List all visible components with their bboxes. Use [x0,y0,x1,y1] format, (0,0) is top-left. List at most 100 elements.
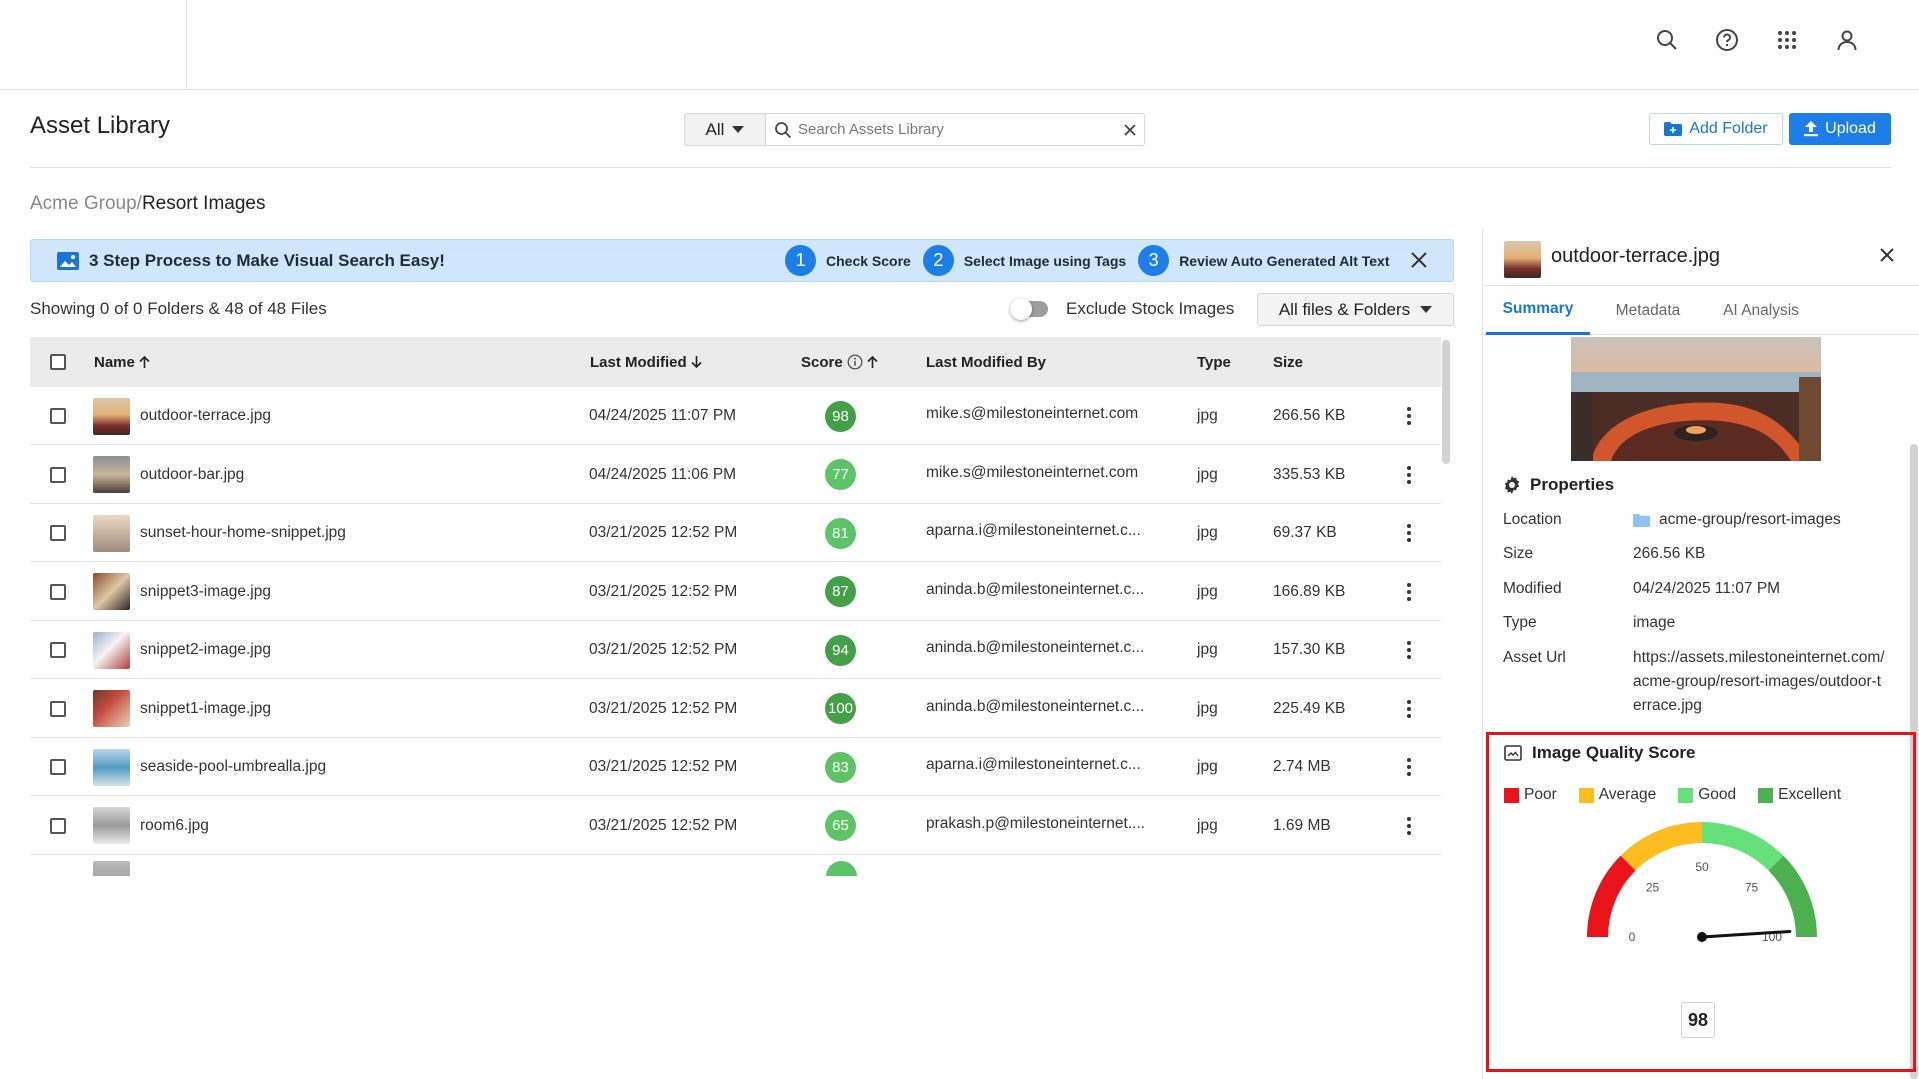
score-badge: 87 [825,576,856,607]
gauge-tick-label: 25 [1646,881,1660,895]
gauge-value: 98 [1681,1002,1715,1038]
row-checkbox[interactable] [50,797,66,855]
type-cell: jpg [1197,524,1218,541]
asset-thumbnail [93,631,130,669]
name-cell[interactable]: outdoor-terrace.jpg [93,387,271,445]
search-icon[interactable] [1655,28,1679,52]
size-label: Size [1503,545,1534,562]
type-value: image [1633,614,1676,631]
asset-thumbnail [93,861,130,876]
type-label: Type [1503,614,1537,631]
size-cell: 2.74 MB [1273,758,1331,775]
help-icon[interactable] [1715,28,1739,52]
step-number: 1 [785,245,816,276]
row-checkbox[interactable] [50,446,66,504]
name-cell[interactable]: outdoor-bar.jpg [93,446,244,504]
name-cell[interactable]: snippet2-image.jpg [93,621,271,679]
location-value[interactable]: acme-group/resort-images [1659,508,1841,532]
size-cell: 266.56 KB [1273,407,1346,424]
size-cell: 166.89 KB [1273,582,1346,600]
row-menu-icon[interactable] [1407,563,1411,621]
column-name[interactable]: Name [94,337,150,387]
apps-grid-icon[interactable] [1775,28,1799,52]
row-checkbox[interactable] [50,680,66,738]
row-checkbox[interactable] [50,738,66,796]
asset-table: Name Last Modified Score Last Modified B… [30,337,1441,876]
exclude-stock-toggle[interactable] [1010,298,1048,320]
info-icon[interactable] [847,354,863,370]
column-score[interactable]: Score [801,337,878,387]
select-all-checkbox[interactable] [50,337,66,387]
breadcrumb-root[interactable]: Acme Group/ [30,193,142,214]
panel-thumbnail [1504,241,1541,278]
column-modified-by[interactable]: Last Modified By [926,337,1046,387]
row-menu-icon[interactable] [1407,797,1411,855]
banner-close-icon[interactable] [1408,249,1430,271]
search-input[interactable] [798,121,1118,138]
name-cell[interactable]: sunset-hour-home-snippet.jpg [93,504,346,562]
row-checkbox[interactable] [50,563,66,621]
sort-desc-icon [691,355,702,368]
add-folder-button[interactable]: Add Folder [1649,113,1783,145]
row-menu-icon[interactable] [1407,621,1411,679]
tab-ai-analysis[interactable]: AI Analysis [1705,286,1817,335]
score-cell: 77 [825,446,856,504]
name-cell[interactable]: seaside-pool-umbrealla.jpg [93,738,326,796]
name-cell[interactable]: snippet1-image.jpg [93,680,271,738]
panel-header: outdoor-terrace.jpg [1483,229,1919,286]
upload-button[interactable]: Upload [1789,113,1891,145]
name-cell[interactable]: room6.jpg [93,797,209,855]
asset-thumbnail [93,573,130,610]
name-cell[interactable]: snippet3-image.jpg [93,563,271,621]
size-value: 266.56 KB [1633,545,1706,562]
table-row[interactable]: room6.jpg 03/21/2025 12:52 PM 65 prakash.p@… [30,797,1441,855]
asset-name: outdoor-bar.jpg [140,465,245,483]
upload-label: Upload [1825,120,1876,137]
row-menu-icon[interactable] [1407,680,1411,738]
breadcrumb-current: Resort Images [141,193,266,214]
asset-thumbnail [93,456,130,493]
gauge-band-poor [1587,855,1636,937]
table-row[interactable]: seaside-pool-umbrealla.jpg 03/21/2025 12:… [30,738,1441,796]
image-quality-title: Image Quality Score [1532,743,1696,762]
table-row[interactable]: snippet3-image.jpg 03/21/2025 12:52 PM 87 a… [30,563,1441,621]
add-folder-label: Add Folder [1689,120,1768,137]
row-menu-icon[interactable] [1407,504,1411,562]
asset-name: room6.jpg [140,816,209,834]
row-checkbox[interactable] [50,621,66,679]
files-filter-select[interactable]: All files & Folders [1257,293,1454,326]
image-quality-score-section: Image Quality Score Poor Average Good Ex… [1486,732,1916,1072]
asset-url-value[interactable]: https://assets.milestoneinternet.com/acm… [1633,646,1888,718]
column-last-modified[interactable]: Last Modified [590,337,702,387]
user-icon[interactable] [1835,28,1859,52]
table-row[interactable]: snippet2-image.jpg 03/21/2025 12:52 PM 94 a… [30,621,1441,679]
gauge-legend: Poor Average Good Excellent [1504,786,1841,804]
table-scrollbar[interactable] [1442,340,1450,464]
column-type[interactable]: Type [1197,337,1231,387]
tab-summary[interactable]: Summary [1486,286,1590,335]
column-size[interactable]: Size [1273,337,1303,387]
properties-heading: Properties [1503,475,1614,495]
page-title: Asset Library [30,112,171,139]
table-row[interactable]: sunset-hour-home-snippet.jpg 03/21/2025 1… [30,504,1441,562]
table-row[interactable]: outdoor-terrace.jpg 04/24/2025 11:07 PM 98… [30,387,1441,445]
top-icons [1655,28,1859,52]
step-label: Review Auto Generated Alt Text [1179,252,1390,269]
row-menu-icon[interactable] [1407,446,1411,504]
column-type-label: Type [1197,353,1231,371]
size-cell: 157.30 KB [1273,641,1346,658]
row-checkbox[interactable] [50,504,66,562]
close-panel-icon[interactable] [1875,243,1899,267]
row-menu-icon[interactable] [1407,387,1411,445]
search-scope-select[interactable]: All [684,113,765,146]
clear-search-icon[interactable] [1124,123,1136,136]
size-cell: 335.53 KB [1273,465,1346,483]
row-checkbox[interactable] [50,387,66,445]
gauge-tick-label: 75 [1745,881,1759,895]
table-row[interactable]: snippet1-image.jpg 03/21/2025 12:52 PM 100… [30,680,1441,738]
modified-value: 04/24/2025 11:07 PM [1633,580,1781,597]
row-menu-icon[interactable] [1407,738,1411,796]
table-row[interactable]: outdoor-bar.jpg 04/24/2025 11:06 PM 77 mike… [30,446,1441,504]
tab-metadata[interactable]: Metadata [1599,286,1697,335]
type-cell: jpg [1197,641,1218,658]
